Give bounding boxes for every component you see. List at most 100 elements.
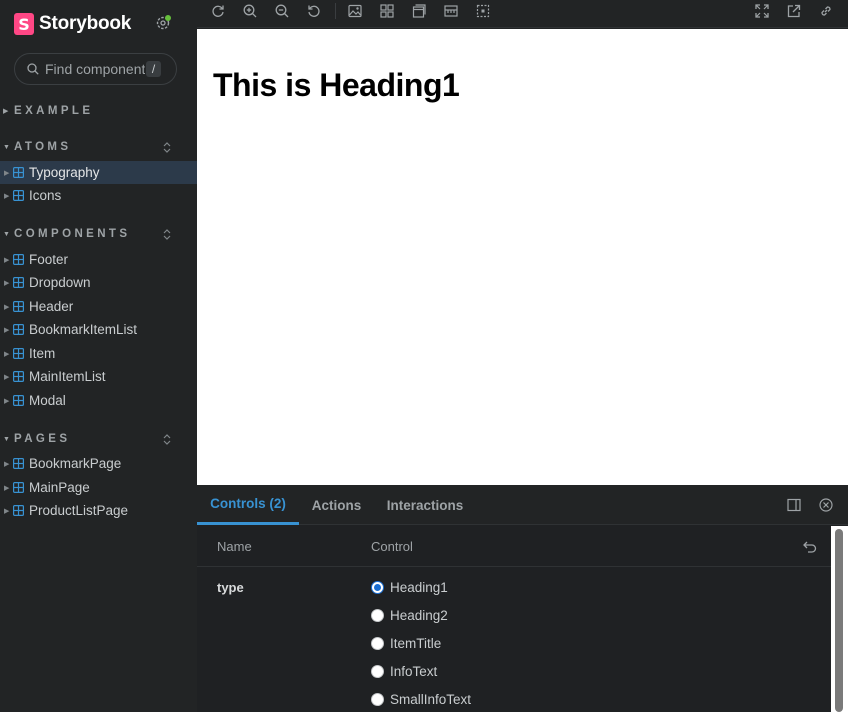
sidebar-item-bookmarkitemlist[interactable]: ▶ BookmarkItemList [0,318,197,341]
fullscreen-button[interactable] [751,2,773,20]
zoom-in-button[interactable] [239,2,261,20]
reset-zoom-button[interactable] [303,2,325,20]
column-header-control: Control [371,539,413,554]
radio-button[interactable] [371,580,384,594]
controls-table-header: Name Control [197,526,831,567]
caret-right-icon: ▶ [4,303,10,311]
sidebar-alt-icon [787,498,801,512]
column-header-name: Name [217,539,252,554]
radio-infotext[interactable]: InfoText [371,661,531,681]
radio-label: SmallInfoText [390,691,472,707]
radio-label: ItemTitle [390,635,442,651]
sidebar-item-icons[interactable]: ▶ Icons [0,184,197,207]
component-icon [13,458,24,469]
group-atoms[interactable]: ▼ ATOMS [0,137,197,157]
expand-collapse-icon[interactable] [161,432,173,446]
component-icon [13,190,24,201]
component-icon [13,395,24,406]
share-alt-icon [787,4,801,18]
tab-controls[interactable]: Controls (2) [197,485,299,525]
component-icon [13,167,24,178]
outline-icon [476,4,490,18]
browser-icon [412,4,426,18]
caret-right-icon: ▶ [4,326,10,334]
expand-icon [755,4,769,18]
refresh-icon [212,5,224,17]
sidebar-item-dropdown[interactable]: ▶ Dropdown [0,271,197,294]
caret-right-icon: ▶ [4,169,10,177]
group-example[interactable]: ▶ EXAMPLE [0,101,197,121]
expand-collapse-icon[interactable] [161,227,173,241]
sidebar-item-header[interactable]: ▶ Header [0,295,197,318]
caret-right-icon: ▶ [4,350,10,358]
sidebar-item-label: MainItemList [29,369,106,384]
search-box[interactable]: / [14,53,177,85]
radio-button[interactable] [371,664,384,678]
search-input[interactable] [45,61,145,77]
radio-smallinfotext[interactable]: SmallInfoText [371,689,531,709]
sidebar-item-label: ProductListPage [29,503,129,518]
grid-button[interactable] [376,2,398,20]
control-name-type: type [217,580,244,595]
close-icon [819,498,833,512]
radio-heading1[interactable]: Heading1 [371,577,531,597]
caret-right-icon: ▶ [4,484,10,492]
image-icon [348,4,362,18]
radio-heading2[interactable]: Heading2 [371,605,531,625]
preview-heading: This is Heading1 [213,67,460,103]
component-icon [13,505,24,516]
open-new-tab-button[interactable] [783,2,805,20]
measure-button[interactable] [440,2,462,20]
expand-collapse-icon[interactable] [161,140,173,154]
radio-itemtitle[interactable]: ItemTitle [371,633,531,653]
sidebar-item-item[interactable]: ▶ Item [0,342,197,365]
caret-down-icon: ▼ [3,230,10,238]
sidebar-item-label: Icons [29,188,62,203]
toggle-panel-orientation-button[interactable] [786,497,802,513]
component-icon [13,254,24,265]
radio-button[interactable] [371,692,384,706]
sidebar-item-productlistpage[interactable]: ▶ ProductListPage [0,499,197,522]
reset-controls-button[interactable] [801,538,819,556]
zoom-out-icon [275,4,289,18]
group-title: ATOMS [14,141,72,153]
zoom-out-button[interactable] [271,2,293,20]
caret-right-icon: ▶ [4,256,10,264]
panel-scrollbar[interactable] [831,526,848,712]
radio-button[interactable] [371,636,384,650]
caret-right-icon: ▶ [4,279,10,287]
component-icon [13,277,24,288]
caret-right-icon: ▶ [4,397,10,405]
remount-button[interactable] [207,2,229,20]
outline-button[interactable] [472,2,494,20]
group-pages[interactable]: ▼ PAGES [0,429,197,449]
background-button[interactable] [344,2,366,20]
viewport-button[interactable] [408,2,430,20]
sidebar-item-bookmarkpage[interactable]: ▶ BookmarkPage [0,452,197,475]
component-icon [13,301,24,312]
scrollbar-thumb[interactable] [835,529,843,712]
sidebar-item-footer[interactable]: ▶ Footer [0,248,197,271]
grid-icon [380,4,394,18]
toolbar [197,0,848,28]
radio-button[interactable] [371,608,384,622]
sidebar-item-typography[interactable]: ▶ Typography [0,161,197,184]
caret-down-icon: ▼ [3,435,10,443]
copy-link-button[interactable] [815,2,837,20]
sidebar-item-modal[interactable]: ▶ Modal [0,389,197,412]
group-components[interactable]: ▼ COMPONENTS [0,224,197,244]
settings-button[interactable] [152,12,174,34]
tab-interactions[interactable]: Interactions [374,485,476,525]
preview-canvas: This is Heading1 [197,29,848,485]
sidebar-item-mainitemlist[interactable]: ▶ MainItemList [0,365,197,388]
group-title: EXAMPLE [14,105,94,117]
link-icon [821,6,831,16]
close-panel-button[interactable] [818,497,834,513]
ruler-icon [444,5,458,17]
component-icon [13,371,24,382]
tab-actions[interactable]: Actions [299,485,374,525]
radio-label: Heading2 [390,607,448,623]
sidebar-item-mainpage[interactable]: ▶ MainPage [0,476,197,499]
brand[interactable]: S Storybook [14,11,131,37]
sidebar-item-label: Typography [29,165,100,180]
